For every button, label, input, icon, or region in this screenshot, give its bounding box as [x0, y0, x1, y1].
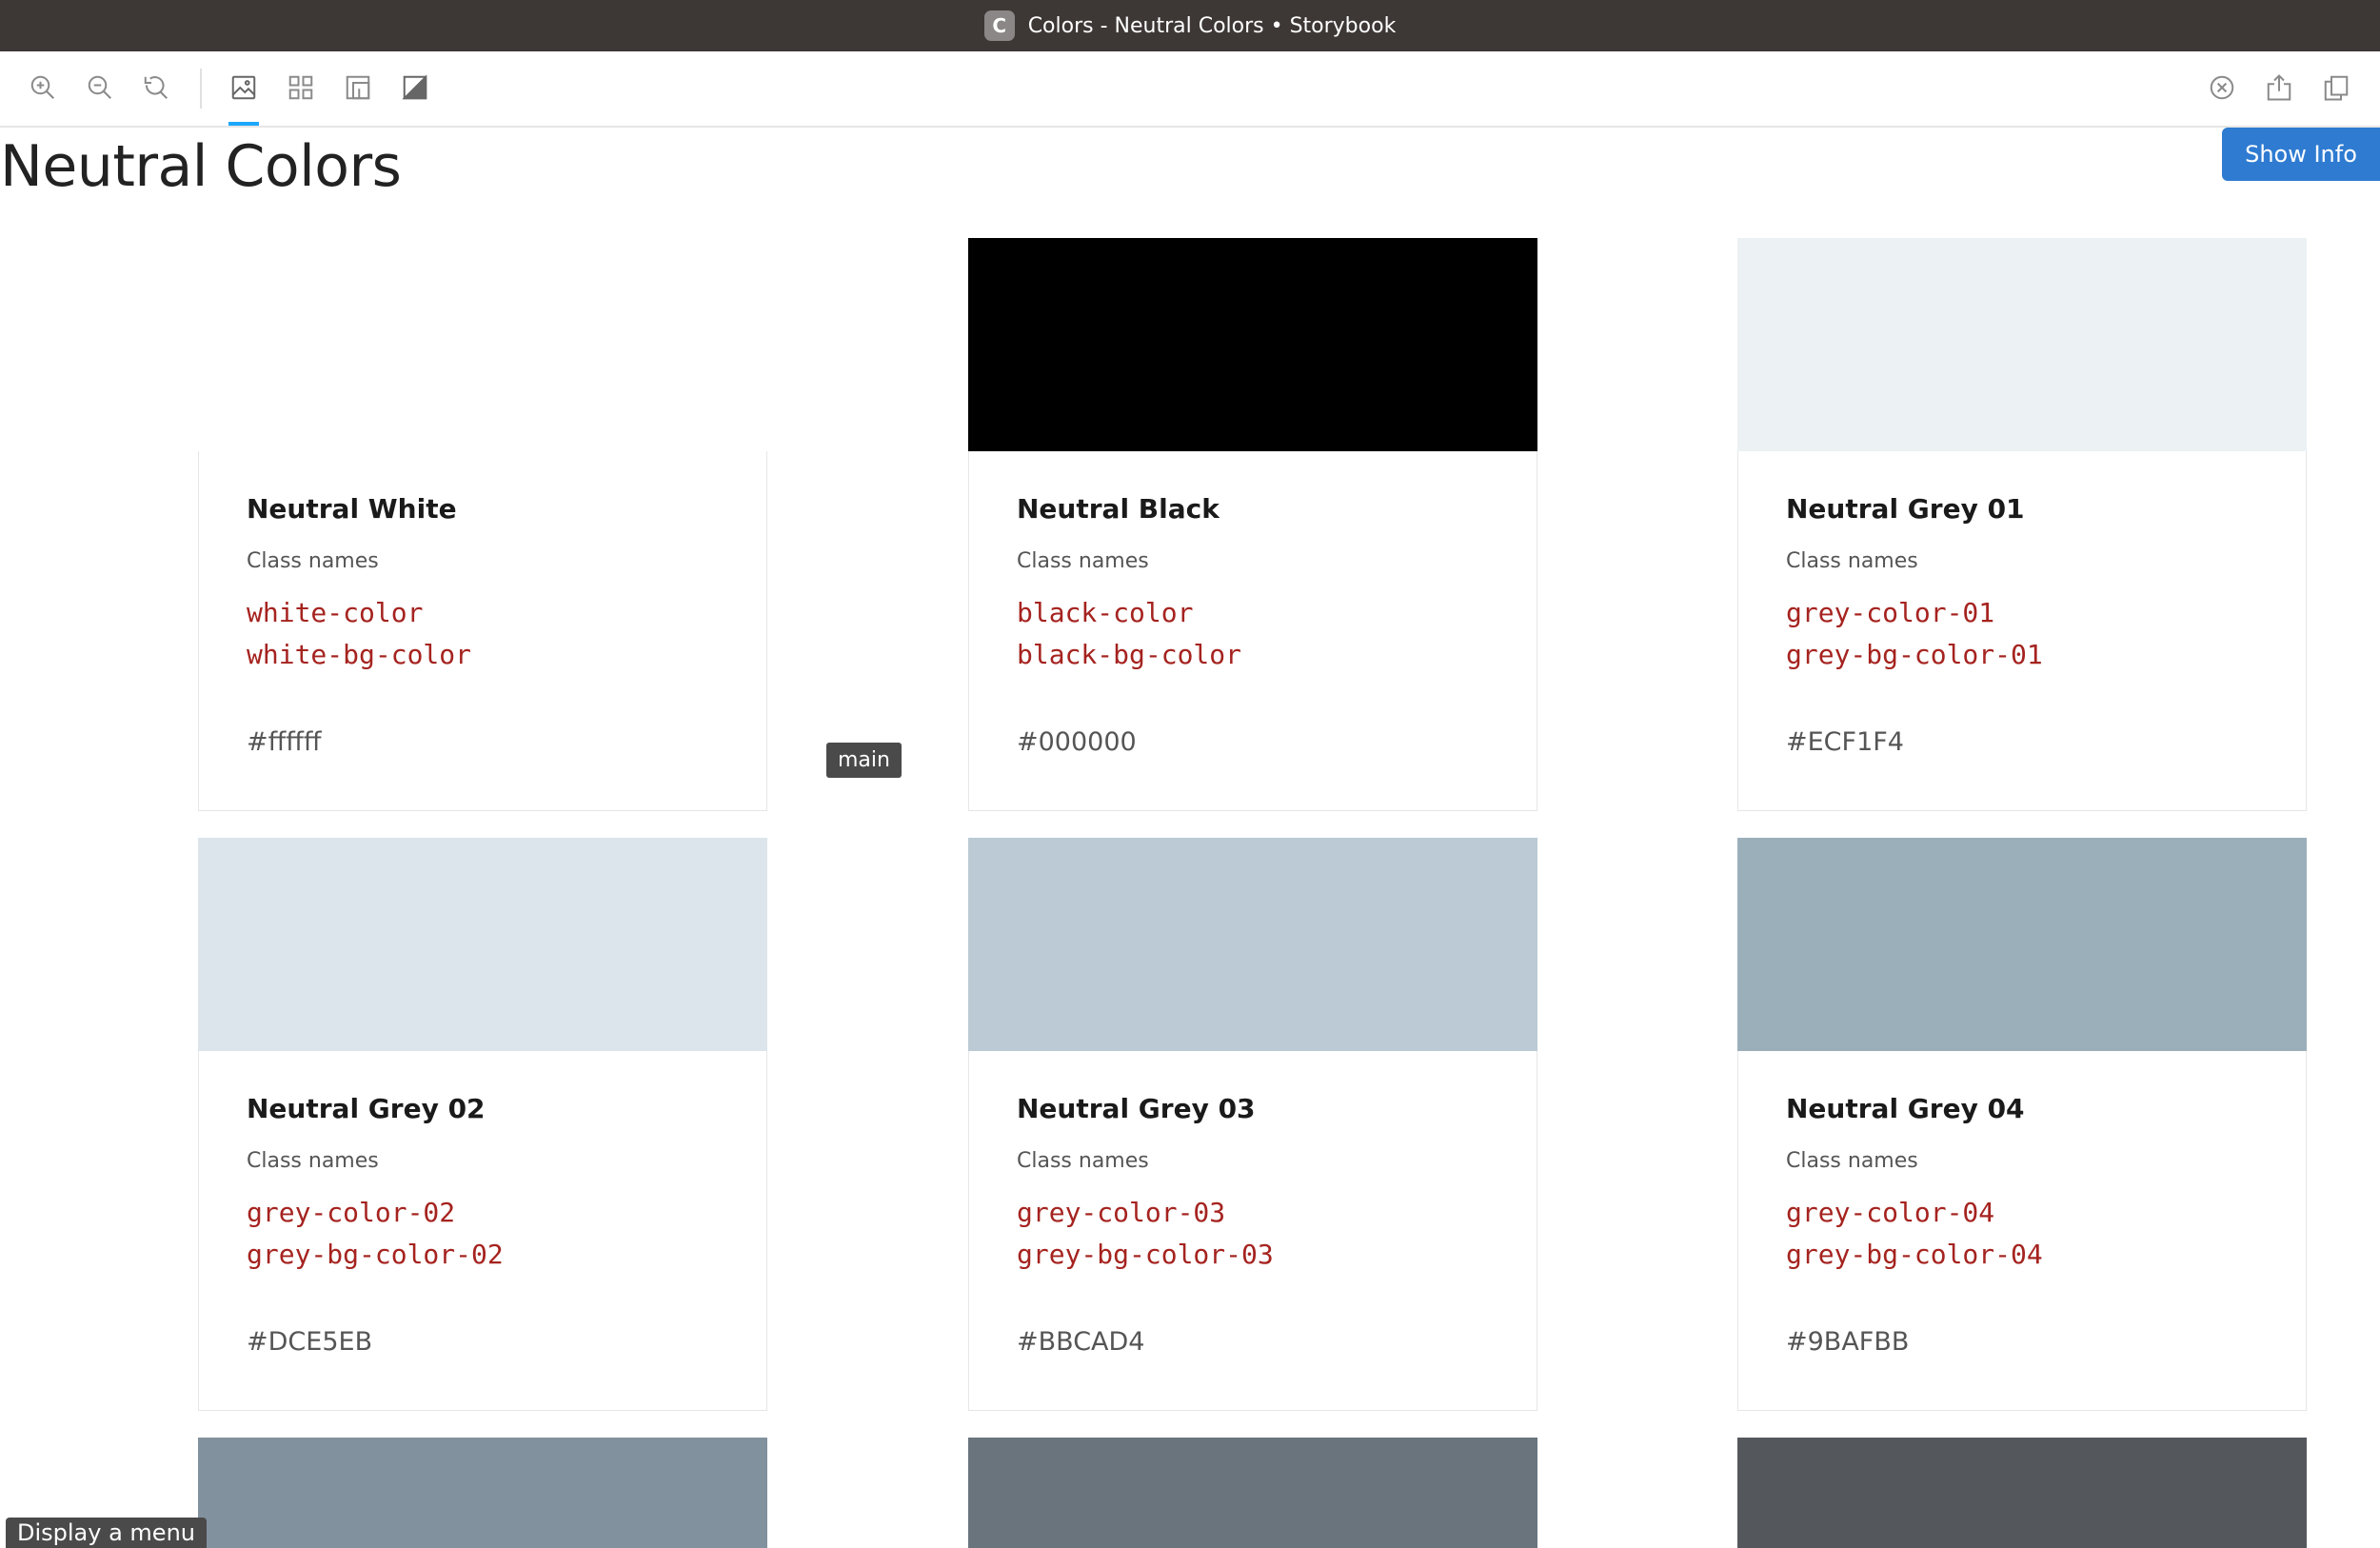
class-names-list: grey-color-04 grey-bg-color-04: [1786, 1192, 2306, 1276]
class-name: grey-color-01: [1786, 597, 1995, 628]
color-name: Neutral Grey 01: [1786, 493, 2025, 525]
color-swatch: [198, 838, 767, 1051]
color-name: Neutral Grey 04: [1786, 1093, 2025, 1124]
hex-value: #000000: [1017, 727, 1137, 757]
class-names-list: white-color white-bg-color: [247, 592, 766, 676]
card-details: Neutral Black Class names black-color bl…: [968, 451, 1537, 811]
color-card-partial: [198, 1438, 767, 1548]
color-card: Neutral Grey 04 Class names grey-color-0…: [1737, 838, 2307, 1411]
color-swatch: [198, 238, 767, 451]
display-menu-hint[interactable]: Display a menu: [6, 1518, 207, 1548]
class-names-label: Class names: [1017, 549, 1149, 573]
hex-value: #BBCAD4: [1017, 1327, 1145, 1357]
class-name: black-color: [1017, 597, 1194, 628]
color-card: Neutral Black Class names black-color bl…: [968, 238, 1537, 811]
class-names-list: grey-color-03 grey-bg-color-03: [1017, 1192, 1537, 1276]
color-swatch: [198, 1438, 767, 1548]
color-card: Neutral Grey 02 Class names grey-color-0…: [198, 838, 767, 1411]
class-names-list: grey-color-01 grey-bg-color-01: [1786, 592, 2306, 676]
class-names-label: Class names: [1786, 1149, 1918, 1173]
class-name: grey-bg-color-03: [1017, 1239, 1274, 1270]
class-names-label: Class names: [1017, 1149, 1149, 1173]
color-swatch: [1737, 1438, 2307, 1548]
class-names-label: Class names: [247, 1149, 379, 1173]
class-name: grey-bg-color-04: [1786, 1239, 2043, 1270]
hex-value: #9BAFBB: [1786, 1327, 1910, 1357]
color-swatch: [1737, 238, 2307, 451]
color-name: Neutral Black: [1017, 493, 1220, 525]
class-name: black-bg-color: [1017, 639, 1242, 670]
class-name: grey-bg-color-01: [1786, 639, 2043, 670]
class-name: grey-color-04: [1786, 1197, 1995, 1228]
class-name: white-bg-color: [247, 639, 472, 670]
color-card: Neutral Grey 01 Class names grey-color-0…: [1737, 238, 2307, 811]
class-names-list: black-color black-bg-color: [1017, 592, 1537, 676]
hex-value: #ECF1F4: [1786, 727, 1904, 757]
class-name: grey-color-02: [247, 1197, 456, 1228]
class-names-label: Class names: [247, 549, 379, 573]
color-swatch: [968, 1438, 1537, 1548]
color-swatch: [1737, 838, 2307, 1051]
card-details: Neutral Grey 02 Class names grey-color-0…: [198, 1051, 767, 1411]
hex-value: #DCE5EB: [247, 1327, 373, 1357]
card-details: Neutral Grey 04 Class names grey-color-0…: [1737, 1051, 2307, 1411]
class-name: white-color: [247, 597, 424, 628]
color-swatch: [968, 838, 1537, 1051]
class-names-list: grey-color-02 grey-bg-color-02: [247, 1192, 766, 1276]
color-swatch: [968, 238, 1537, 451]
card-details: Neutral Grey 03 Class names grey-color-0…: [968, 1051, 1537, 1411]
color-card: Neutral Grey 03 Class names grey-color-0…: [968, 838, 1537, 1411]
branch-tooltip: main: [826, 743, 902, 778]
class-name: grey-bg-color-02: [247, 1239, 504, 1270]
class-name: grey-color-03: [1017, 1197, 1226, 1228]
color-card-partial: [968, 1438, 1537, 1548]
color-name: Neutral White: [247, 493, 457, 525]
color-grid: Neutral White Class names white-color wh…: [0, 0, 2380, 1548]
color-name: Neutral Grey 02: [247, 1093, 486, 1124]
card-details: Neutral White Class names white-color wh…: [198, 451, 767, 811]
class-names-label: Class names: [1786, 549, 1918, 573]
color-card: Neutral White Class names white-color wh…: [198, 238, 767, 811]
color-card-partial: [1737, 1438, 2307, 1548]
card-details: Neutral Grey 01 Class names grey-color-0…: [1737, 451, 2307, 811]
hex-value: #ffffff: [247, 727, 322, 757]
color-name: Neutral Grey 03: [1017, 1093, 1256, 1124]
